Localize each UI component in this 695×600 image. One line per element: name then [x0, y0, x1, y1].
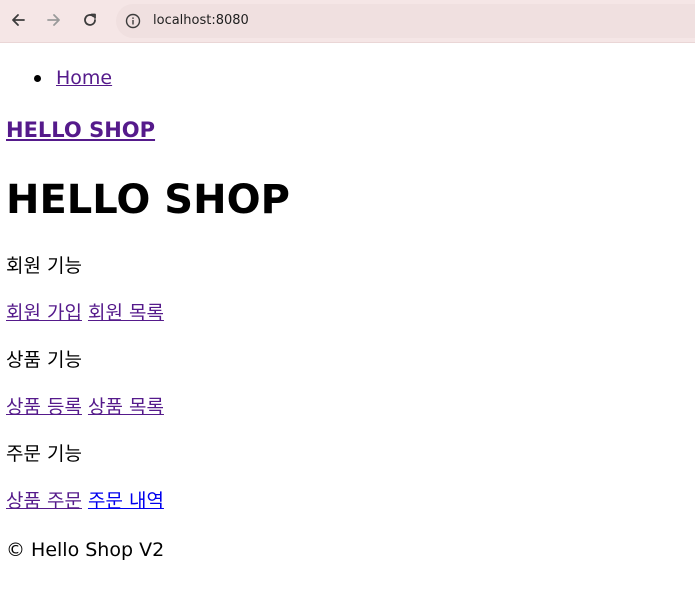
forward-arrow-icon	[47, 14, 60, 26]
reload-icon	[84, 13, 96, 26]
item-register-link[interactable]: 상품 등록	[6, 396, 82, 418]
back-arrow-icon	[12, 14, 25, 26]
nav-item-home: Home	[34, 66, 112, 90]
brand-link[interactable]: HELLO SHOP	[6, 118, 155, 142]
section-links-member: 회원 가입 회원 목록	[6, 301, 164, 325]
section-heading-order: 주문 기능	[6, 443, 82, 465]
footer: © Hello Shop V2	[6, 539, 165, 561]
section-heading-member: 회원 기능	[6, 255, 82, 277]
section-heading-item: 상품 기능	[6, 349, 82, 371]
url-text: localhost:8080	[153, 13, 249, 28]
order-history-link[interactable]: 주문 내역	[88, 490, 164, 512]
home-link[interactable]: Home	[56, 67, 112, 89]
section-links-item: 상품 등록 상품 목록	[6, 395, 164, 419]
back-button[interactable]	[6, 8, 30, 32]
site-info-icon[interactable]	[125, 13, 141, 29]
member-join-link[interactable]: 회원 가입	[6, 302, 82, 324]
section-links-order: 상품 주문 주문 내역	[6, 489, 164, 513]
reload-button[interactable]	[78, 8, 102, 32]
order-item-link[interactable]: 상품 주문	[6, 490, 82, 512]
browser-toolbar: localhost:8080	[0, 0, 695, 43]
brand: HELLO SHOP	[6, 117, 155, 143]
address-bar[interactable]: localhost:8080	[116, 4, 695, 38]
bullet-icon	[34, 75, 41, 82]
member-list-link[interactable]: 회원 목록	[88, 302, 164, 324]
item-list-link[interactable]: 상품 목록	[88, 396, 164, 418]
page-title: HELLO SHOP	[6, 177, 290, 223]
forward-button[interactable]	[42, 8, 66, 32]
